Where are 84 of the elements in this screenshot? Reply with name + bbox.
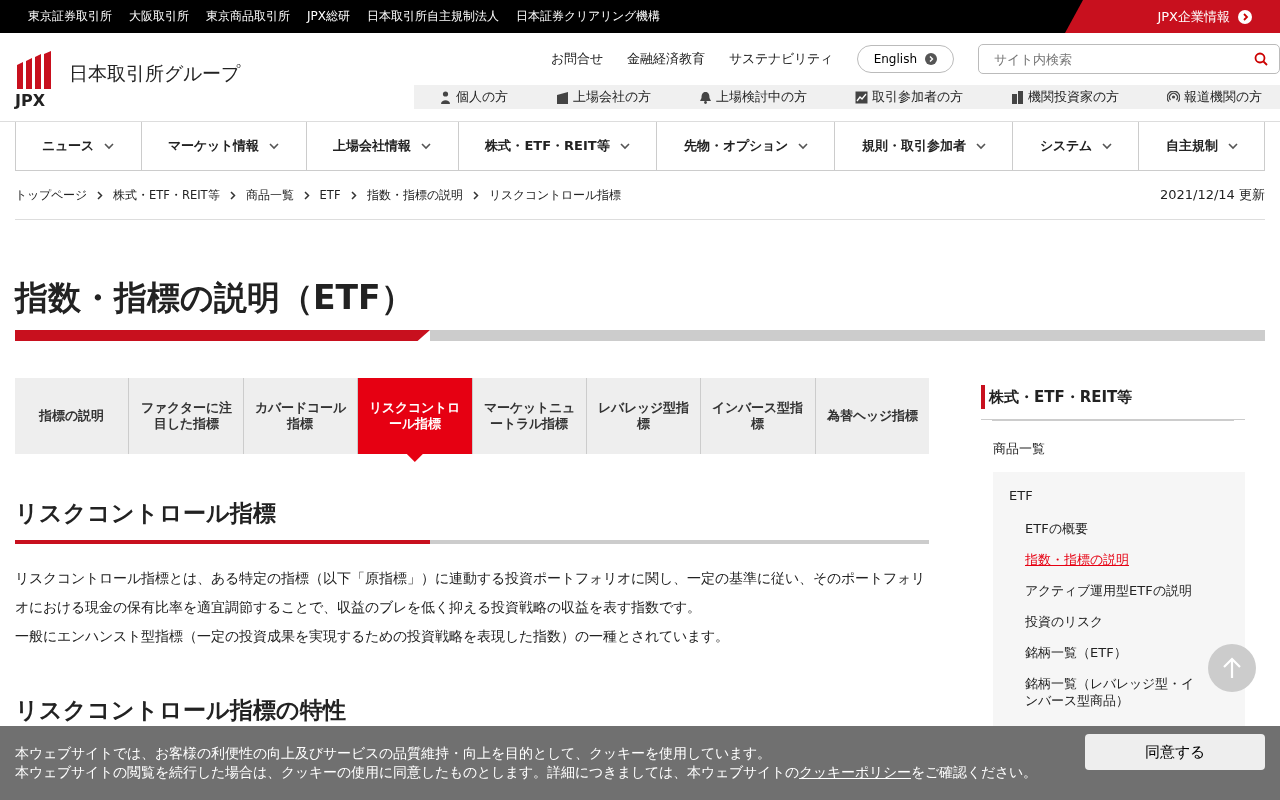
- top-link[interactable]: 東京証券取引所: [28, 8, 112, 25]
- page-title: 指数・指標の説明（ETF）: [15, 278, 415, 318]
- search-icon[interactable]: [1254, 52, 1268, 66]
- agree-button[interactable]: 同意する: [1085, 734, 1265, 770]
- breadcrumb-link[interactable]: 商品一覧: [245, 187, 294, 203]
- sidebar-title: 株式・ETF・REIT等: [981, 385, 1245, 420]
- nav-item[interactable]: 株式・ETF・REIT等: [458, 122, 658, 170]
- sidebar-link[interactable]: 指数・指標の説明: [1025, 544, 1129, 575]
- top-link[interactable]: 大阪取引所: [129, 8, 189, 25]
- chevron-down-icon: [269, 142, 280, 150]
- arrow-circle-icon: [925, 53, 937, 65]
- paragraph: リスクコントロール指標とは、ある特定の指標（以下「原指標」）に連動する投資ポートフォリオに関し、一定の基準に従い、そのポートフォリオにおける現金の保有比率を適宜調節することで、収益のブレを低く抑える投資戦略の収益を表す指数です。: [15, 569, 926, 617]
- breadcrumb-link[interactable]: 指数・指標の説明: [366, 187, 463, 203]
- nav-item[interactable]: ニュース: [16, 122, 142, 170]
- tab[interactable]: 指標の説明: [15, 378, 129, 454]
- sidebar-link[interactable]: 商品一覧: [993, 440, 1245, 458]
- tab[interactable]: リスクコントロール指標: [358, 378, 472, 454]
- sidebar-link[interactable]: 銘柄一覧（レバレッジ型・インバース型商品）: [1025, 668, 1203, 716]
- chevron-down-icon: [1101, 142, 1112, 150]
- tab[interactable]: カバードコール指標: [243, 378, 358, 454]
- sidebar-link[interactable]: ETFの概要: [1025, 513, 1088, 544]
- nav-item[interactable]: 規則・取引参加者: [835, 122, 1014, 170]
- tab-pointer: [406, 454, 423, 462]
- nav-item[interactable]: 自主規制: [1139, 122, 1265, 170]
- cookie-notice: 本ウェブサイトの閲覧を続行した場合は、クッキーの使用に同意したものとします。詳細につきましては、本ウェブサイトのクッキーポリシーをご確認ください。: [15, 763, 1038, 782]
- section-heading: リスクコントロール指標の特性: [15, 696, 347, 725]
- top-link[interactable]: 日本取引所自主規制法人: [367, 8, 499, 25]
- office-icon: [1011, 90, 1024, 104]
- sidebar-link[interactable]: 投資のリスク: [1025, 606, 1103, 637]
- arrow-circle-icon: [1238, 9, 1252, 24]
- top-link[interactable]: 日本証券クリアリング機構: [516, 8, 660, 25]
- chevron-icon: [229, 190, 236, 200]
- tab[interactable]: インバース型指標: [701, 378, 815, 454]
- chevron-down-icon: [104, 142, 115, 150]
- audience-link[interactable]: 報道機関の方: [1167, 88, 1262, 106]
- section-heading: リスクコントロール指標: [15, 499, 277, 528]
- chevron-down-icon: [797, 142, 808, 150]
- paragraph: 一般にエンハンスト型指標（一定の投資成果を実現するための投資戦略を表現した指数）の一種とされています。: [15, 627, 730, 646]
- person-icon: [439, 90, 452, 104]
- breadcrumb-link[interactable]: トップページ: [15, 187, 87, 203]
- cookie-policy-link[interactable]: クッキーポリシー: [799, 764, 911, 780]
- utility-link[interactable]: サステナビリティ: [728, 50, 833, 68]
- breadcrumb-link[interactable]: ETF: [319, 188, 341, 202]
- sidebar-link[interactable]: ETF: [1009, 488, 1229, 503]
- audience-link[interactable]: 個人の方: [439, 88, 508, 106]
- chart-icon: [855, 90, 868, 104]
- top-link[interactable]: 東京商品取引所: [206, 8, 290, 25]
- language-button[interactable]: English: [856, 45, 954, 73]
- audience-link[interactable]: 上場会社の方: [556, 88, 651, 106]
- logo-text: JPX: [15, 90, 45, 110]
- utility-link[interactable]: 金融経済教育: [626, 50, 705, 68]
- tab[interactable]: マーケットニュートラル指標: [472, 378, 586, 454]
- building-icon: [556, 90, 569, 104]
- corporate-link[interactable]: JPX企業情報: [1065, 0, 1280, 33]
- nav-item[interactable]: マーケット情報: [141, 122, 307, 170]
- chevron-icon: [472, 190, 479, 200]
- tab[interactable]: 為替ヘッジ指標: [815, 378, 929, 454]
- chevron-icon: [303, 190, 310, 200]
- chevron-down-icon: [975, 142, 986, 150]
- cookie-notice: 本ウェブサイトでは、お客様の利便性の向上及びサービスの品質維持・向上を目的として、クッキーを使用しています。: [15, 744, 772, 763]
- arrow-up-icon: [1222, 657, 1242, 679]
- sidebar-link[interactable]: 銘柄一覧（ETF）: [1025, 637, 1127, 668]
- breadcrumb-link[interactable]: 株式・ETF・REIT等: [113, 187, 220, 203]
- top-link[interactable]: JPX総研: [307, 8, 350, 25]
- audience-link[interactable]: 機関投資家の方: [1011, 88, 1119, 106]
- sidebar-link[interactable]: アクティブ運用型ETFの説明: [1025, 575, 1192, 606]
- update-date: 2021/12/14 更新: [1159, 186, 1265, 204]
- nav-item[interactable]: 上場会社情報: [306, 122, 459, 170]
- nav-item[interactable]: 先物・オプション: [657, 122, 836, 170]
- tab[interactable]: レバレッジ型指標: [586, 378, 701, 454]
- nav-item[interactable]: システム: [1013, 122, 1139, 170]
- site-name[interactable]: 日本取引所グループ: [69, 61, 240, 87]
- tab[interactable]: ファクターに注目した指標: [129, 378, 243, 454]
- audience-link[interactable]: 上場検討中の方: [699, 88, 807, 106]
- chevron-down-icon: [1227, 142, 1238, 150]
- chevron-down-icon: [619, 142, 630, 150]
- bell-icon: [699, 90, 712, 104]
- audience-link[interactable]: 取引参加者の方: [855, 88, 963, 106]
- chevron-icon: [350, 190, 357, 200]
- utility-link[interactable]: お問合せ: [550, 50, 603, 68]
- chevron-down-icon: [421, 142, 432, 150]
- search-field[interactable]: サイト内検索: [978, 44, 1280, 74]
- broadcast-icon: [1167, 90, 1180, 104]
- chevron-icon: [97, 190, 103, 200]
